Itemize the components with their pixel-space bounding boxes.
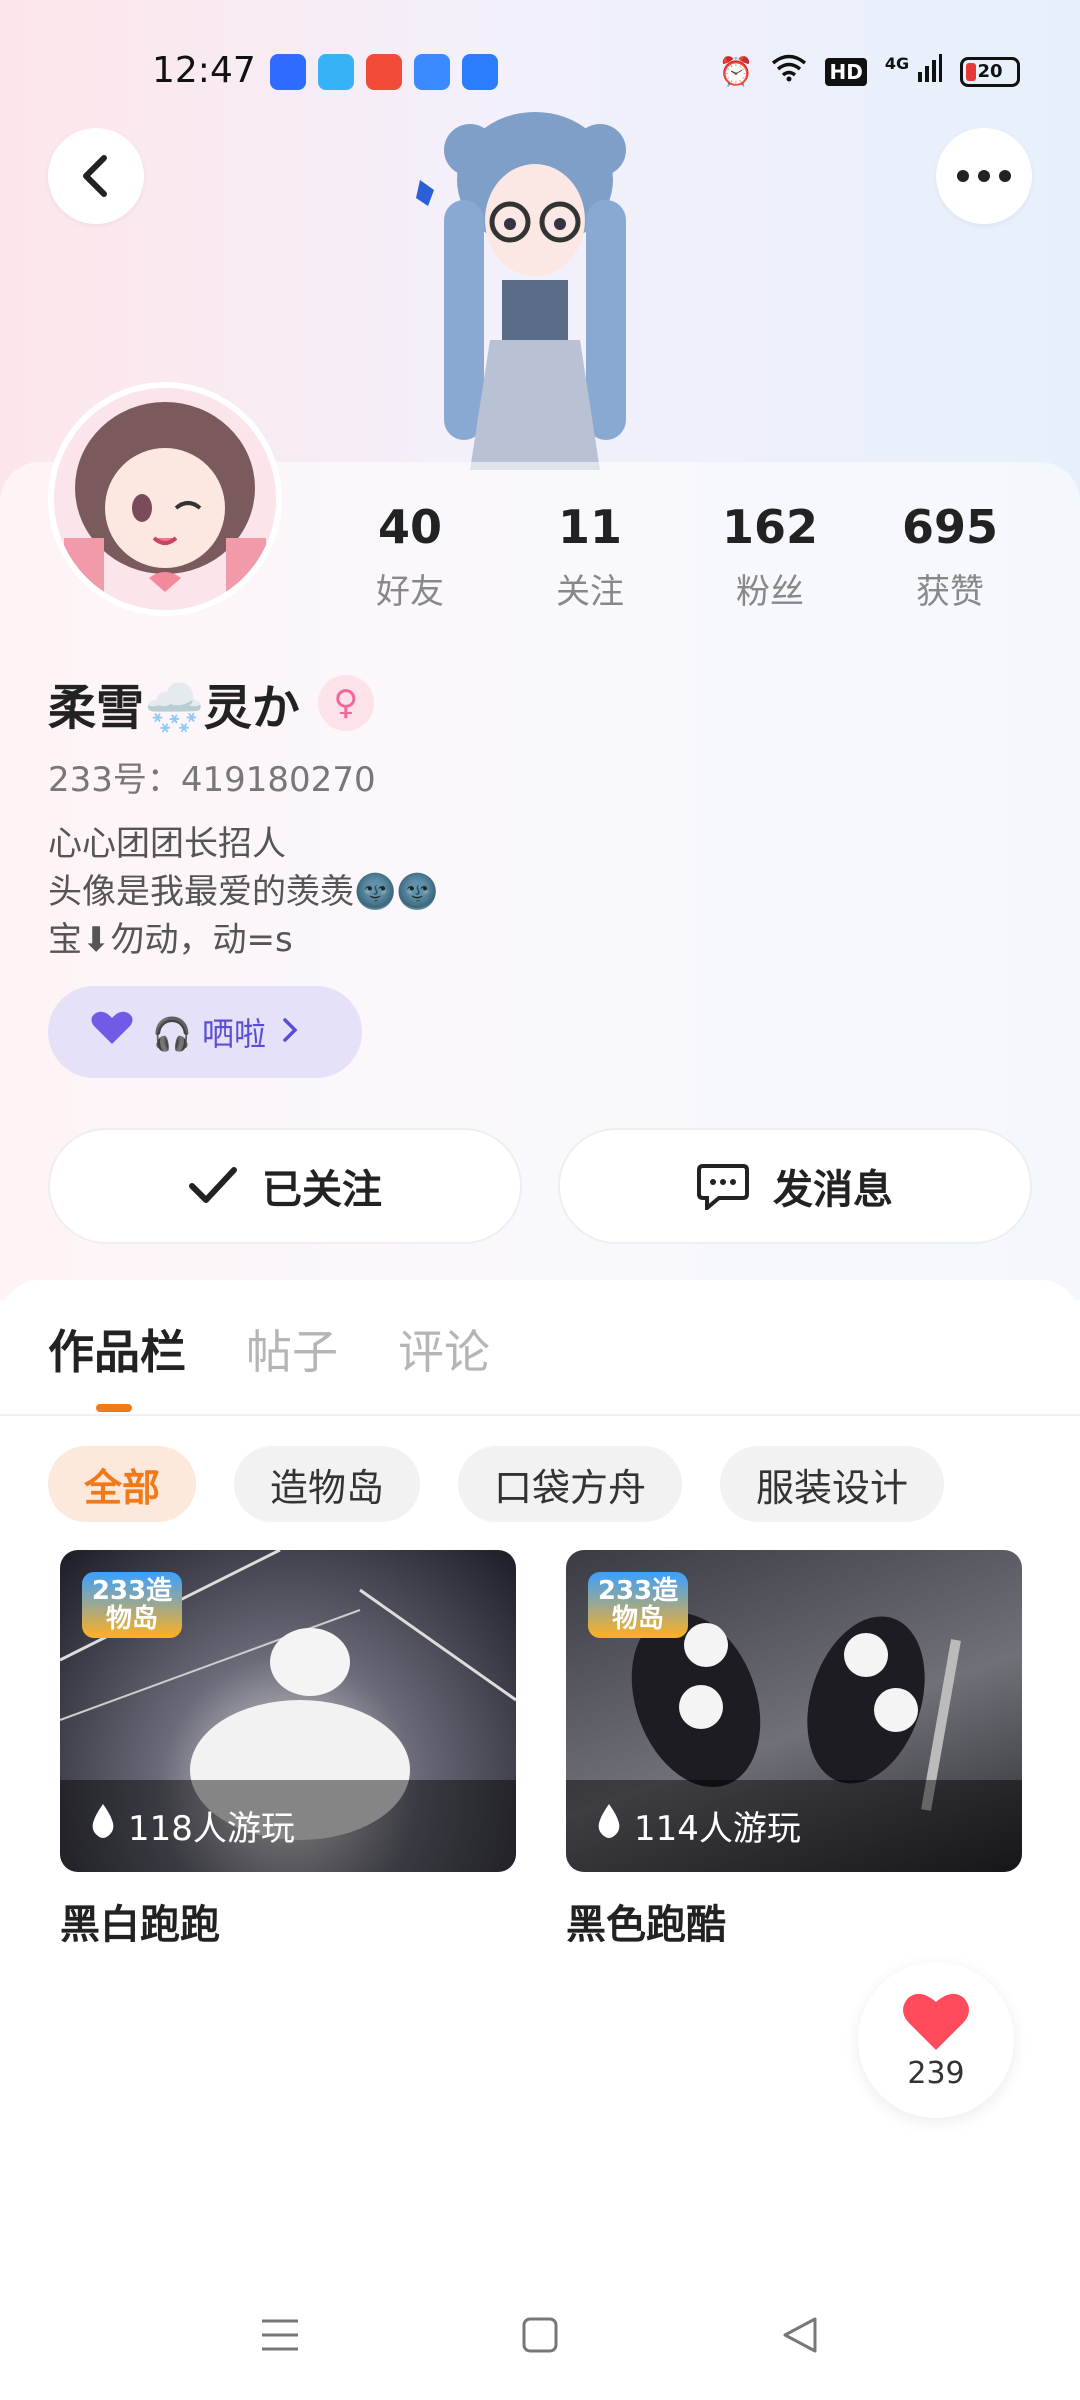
baidu-icon	[270, 54, 306, 90]
like-count: 239	[907, 2055, 965, 2091]
tab-works[interactable]: 作品栏	[48, 1316, 186, 1382]
chevron-left-icon	[83, 155, 107, 197]
filter-chips: 全部 造物岛 口袋方舟 服装设计	[48, 1446, 945, 1522]
tab-divider	[0, 1414, 1080, 1416]
profile-avatar[interactable]	[48, 382, 282, 616]
check-icon	[189, 1167, 237, 1203]
chevron-right-icon	[282, 1013, 298, 1051]
chip-creation-island[interactable]: 造物岛	[234, 1446, 421, 1522]
work-thumbnail: 233造物岛 114人游玩	[566, 1550, 1022, 1872]
stat-label: 粉丝	[736, 572, 804, 612]
battery-icon: 20	[960, 56, 1020, 87]
user-id: 233号：419180270	[48, 760, 376, 800]
works-grid: 233造物岛 118人游玩 黑白跑跑 233造物岛 114人游玩 黑色跑酷	[60, 1550, 1022, 1950]
work-card[interactable]: 233造物岛 114人游玩 黑色跑酷	[566, 1550, 1022, 1950]
creation-island-logo: 233造物岛	[588, 1572, 688, 1638]
menu-icon[interactable]	[250, 2305, 310, 2365]
work-card[interactable]: 233造物岛 118人游玩 黑白跑跑	[60, 1550, 516, 1950]
bio-line: 头像是我最爱的羡羡🌚🌚	[48, 872, 439, 912]
voice-room-chip[interactable]: 🎧 哂啦	[48, 986, 362, 1078]
active-tab-indicator	[96, 1404, 132, 1412]
bio-line: 宝⬇勿动，动=s	[48, 920, 293, 960]
alarm-icon: ⏰	[718, 55, 754, 88]
stat-value: 11	[557, 500, 622, 554]
hd-icon: HD	[825, 57, 867, 86]
back-triangle-icon[interactable]	[770, 2305, 830, 2365]
back-button[interactable]	[48, 128, 144, 224]
chip-all[interactable]: 全部	[48, 1446, 197, 1522]
message-label: 发消息	[773, 1167, 893, 1213]
chip-clothing-design[interactable]: 服装设计	[720, 1446, 945, 1522]
stat-label: 获赞	[916, 572, 984, 612]
voice-chip-label: 🎧 哂啦	[152, 1015, 267, 1053]
network-label: 4G	[884, 54, 910, 73]
avatar-3d-figure	[410, 110, 660, 470]
nickname: 柔雪🌨️灵か ♀	[48, 668, 374, 738]
flame-icon	[594, 1802, 624, 1849]
snow-cloud-icon: 🌨️	[144, 680, 204, 736]
followed-button[interactable]: 已关注	[48, 1128, 522, 1244]
work-thumbnail: 233造物岛 118人游玩	[60, 1550, 516, 1872]
stat-friends[interactable]: 40 好友	[320, 500, 500, 613]
stat-value: 695	[901, 500, 999, 554]
stat-value: 40	[377, 500, 442, 554]
stat-value: 162	[721, 500, 819, 554]
like-button[interactable]: 239	[858, 1962, 1014, 2118]
bio: 心心团团长招人 头像是我最爱的羡羡🌚🌚 宝⬇勿动，动=s	[48, 820, 439, 964]
tab-bar: 作品栏 帖子 评论	[48, 1316, 490, 1382]
flame-icon	[88, 1802, 118, 1849]
wifi-icon	[771, 54, 807, 89]
battery-level: 20	[977, 61, 1003, 82]
nickname-part2: 灵か	[203, 680, 300, 736]
send-message-button[interactable]: 发消息	[558, 1128, 1032, 1244]
search-app-icon	[462, 54, 498, 90]
more-dots-icon	[957, 170, 1011, 182]
nickname-part1: 柔雪	[48, 680, 145, 736]
more-options-button[interactable]	[936, 128, 1032, 224]
chat-bubble-icon	[697, 1164, 749, 1210]
home-square-icon[interactable]	[510, 2305, 570, 2365]
bio-line: 心心团团长招人	[48, 824, 286, 864]
tab-comments[interactable]: 评论	[398, 1316, 490, 1382]
stats-row: 40 好友 11 关注 162 粉丝 695 获赞	[320, 500, 1040, 613]
play-count: 114人游玩	[594, 1801, 801, 1850]
status-bar: 12:47 ⏰ HD 4G 20	[0, 40, 1080, 104]
tab-posts[interactable]: 帖子	[246, 1316, 338, 1382]
stat-following[interactable]: 11 关注	[500, 500, 680, 613]
heart-icon	[88, 1010, 136, 1054]
feather-app-icon	[414, 54, 450, 90]
status-app-icons	[270, 54, 498, 90]
system-nav-bar	[0, 2290, 1080, 2380]
stat-label: 关注	[556, 572, 624, 612]
female-gender-icon: ♀	[317, 675, 374, 731]
status-time: 12:47	[152, 50, 256, 91]
play-count-text: 114人游玩	[634, 1809, 801, 1849]
video-player-icon	[366, 54, 402, 90]
play-count: 118人游玩	[88, 1801, 295, 1850]
chip-pocket-ark[interactable]: 口袋方舟	[458, 1446, 683, 1522]
browser-icon	[318, 54, 354, 90]
work-title: 黑白跑跑	[60, 1902, 220, 1948]
heart-icon	[903, 1993, 969, 2050]
play-count-text: 118人游玩	[128, 1809, 295, 1849]
work-title: 黑色跑酷	[566, 1902, 726, 1948]
signal-icon: 4G	[885, 54, 942, 89]
creation-island-logo: 233造物岛	[82, 1572, 182, 1638]
stat-label: 好友	[376, 572, 444, 612]
stat-fans[interactable]: 162 粉丝	[680, 500, 860, 613]
follow-label: 已关注	[262, 1167, 382, 1213]
stat-likes[interactable]: 695 获赞	[860, 500, 1040, 613]
